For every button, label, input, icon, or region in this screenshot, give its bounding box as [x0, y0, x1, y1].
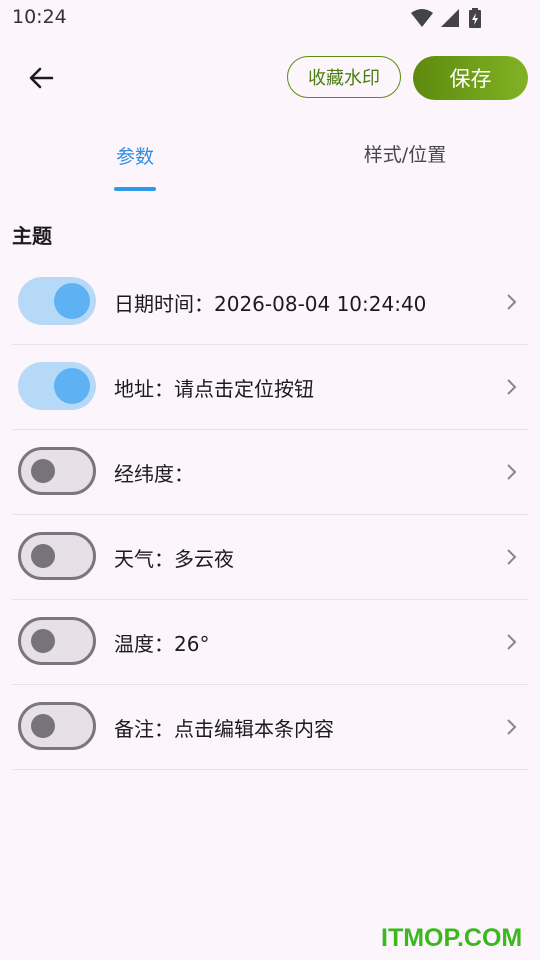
toggle-knob [31, 459, 55, 483]
toggle-knob [54, 283, 90, 319]
address-toggle[interactable] [18, 362, 96, 410]
list-item-coordinates[interactable]: 经纬度： [12, 430, 528, 515]
list-item-temperature[interactable]: 温度：26° [12, 600, 528, 685]
toggle-knob [31, 714, 55, 738]
toggle-knob [31, 544, 55, 568]
tab-bar: 参数 样式/位置 [0, 128, 540, 192]
chevron-right-icon [507, 634, 517, 650]
status-icons [410, 8, 502, 28]
list-item-label: 天气：多云夜 [114, 547, 234, 571]
toolbar: 收藏水印 保存 [0, 50, 540, 108]
signal-icon [441, 9, 459, 27]
list-item-label: 温度：26° [114, 632, 210, 656]
back-arrow-icon [29, 67, 54, 89]
settings-list: 日期时间：2026-08-04 10:24:40 地址：请点击定位按钮 经纬度：… [12, 260, 528, 770]
chevron-right-icon [507, 464, 517, 480]
note-toggle[interactable] [18, 702, 96, 750]
tab-indicator [114, 187, 156, 191]
list-item-label: 备注：点击编辑本条内容 [114, 717, 334, 741]
temperature-toggle[interactable] [18, 617, 96, 665]
coordinates-toggle[interactable] [18, 447, 96, 495]
weather-toggle[interactable] [18, 532, 96, 580]
chevron-right-icon [507, 379, 517, 395]
site-watermark: ITMOP.COM [381, 924, 523, 952]
list-item-label: 地址：请点击定位按钮 [114, 377, 314, 401]
list-item-label: 日期时间：2026-08-04 10:24:40 [114, 292, 427, 316]
list-item-datetime[interactable]: 日期时间：2026-08-04 10:24:40 [12, 260, 528, 345]
battery-icon [469, 8, 481, 28]
datetime-toggle[interactable] [18, 277, 96, 325]
chevron-right-icon [507, 719, 517, 735]
collect-watermark-button[interactable]: 收藏水印 [287, 56, 401, 98]
toggle-knob [31, 629, 55, 653]
tab-params[interactable]: 参数 [95, 142, 175, 206]
wifi-icon [411, 9, 433, 27]
chevron-right-icon [507, 294, 517, 310]
list-item-weather[interactable]: 天气：多云夜 [12, 515, 528, 600]
list-item-address[interactable]: 地址：请点击定位按钮 [12, 345, 528, 430]
save-button[interactable]: 保存 [413, 56, 528, 100]
section-title: 主题 [12, 224, 52, 248]
tab-style-position[interactable]: 样式/位置 [330, 140, 480, 204]
list-item-note[interactable]: 备注：点击编辑本条内容 [12, 685, 528, 770]
list-item-label: 经纬度： [114, 462, 194, 486]
toggle-knob [54, 368, 90, 404]
status-bar: 10:24 [0, 0, 540, 36]
chevron-right-icon [507, 549, 517, 565]
status-time: 10:24 [12, 6, 67, 28]
back-button[interactable] [22, 58, 62, 98]
